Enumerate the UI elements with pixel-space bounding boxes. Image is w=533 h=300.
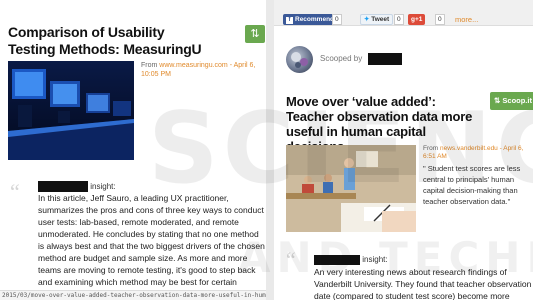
left-insight-label: insight:: [90, 182, 116, 191]
right-post-thumbnail[interactable]: [286, 145, 416, 232]
avatar-image: [291, 52, 308, 68]
computer-lab-image: [8, 61, 134, 160]
scoop-it-label: Scoop.it: [502, 96, 532, 105]
redacted-author-name: [38, 181, 88, 193]
source-prefix: From: [423, 145, 440, 152]
right-source-line: From news.vanderbilt.edu - April 6, 6:51…: [423, 145, 533, 161]
scoop-it-button[interactable]: ⇅ Scoop.it: [490, 92, 533, 110]
column-divider: [266, 0, 274, 300]
left-post-thumbnail[interactable]: [8, 61, 134, 160]
quote-mark-icon: “: [10, 179, 20, 204]
more-share-link[interactable]: more...: [455, 14, 478, 25]
status-url-bar: 2015/03/move-over-value-added-teacher-ob…: [0, 290, 266, 300]
tweet-button[interactable]: ✦ Tweet: [360, 14, 394, 25]
google-plus-button[interactable]: g+1: [408, 14, 426, 25]
facebook-label: Recommend: [295, 16, 335, 23]
facebook-recommend-button[interactable]: f Recommend: [283, 14, 338, 25]
tweet-label: Tweet: [371, 16, 390, 23]
rescoop-arrows-icon: ⇅: [250, 28, 260, 40]
left-source-link[interactable]: www.measuringu.com: [159, 62, 227, 69]
rescoop-arrows-icon: ⇅: [494, 96, 501, 105]
redacted-curator-name[interactable]: [367, 53, 402, 65]
left-insight-text: In this article, Jeff Sauro, a leading U…: [38, 193, 265, 299]
classroom-image: [286, 145, 416, 232]
right-insight-text: An very interesting news about research …: [314, 267, 532, 300]
quote-mark-icon: “: [286, 247, 296, 272]
right-insight-header: insight:: [314, 255, 388, 265]
twitter-bird-icon: ✦: [364, 16, 370, 23]
rescoop-button[interactable]: ⇅: [245, 25, 265, 43]
facebook-count: 0: [332, 14, 342, 25]
facebook-icon: f: [286, 17, 293, 24]
left-source-line: From www.measuringu.com - April 6, 10:05…: [141, 61, 261, 79]
right-quote-text: " Student test scores are less central t…: [423, 164, 521, 206]
social-share-bar: f Recommend 0 ✦ Tweet 0 g+1 0 more...: [274, 0, 533, 26]
right-scoop-card: f Recommend 0 ✦ Tweet 0 g+1 0 more... Sco…: [274, 0, 533, 300]
curator-avatar[interactable]: [286, 46, 313, 73]
right-insight-label: insight:: [362, 255, 388, 265]
left-post-title[interactable]: Comparison of Usability Testing Methods:…: [8, 24, 213, 58]
source-prefix: From: [141, 62, 160, 69]
right-source-link[interactable]: news.vanderbilt.edu: [440, 145, 498, 152]
google-plus-count: 0: [435, 14, 445, 25]
redacted-author-name: [314, 255, 360, 265]
scooped-by-label: Scooped by: [320, 54, 363, 64]
left-scoop-card: Comparison of Usability Testing Methods:…: [0, 0, 266, 300]
tweet-count: 0: [394, 14, 404, 25]
scooped-by-row: Scooped by: [320, 53, 402, 65]
